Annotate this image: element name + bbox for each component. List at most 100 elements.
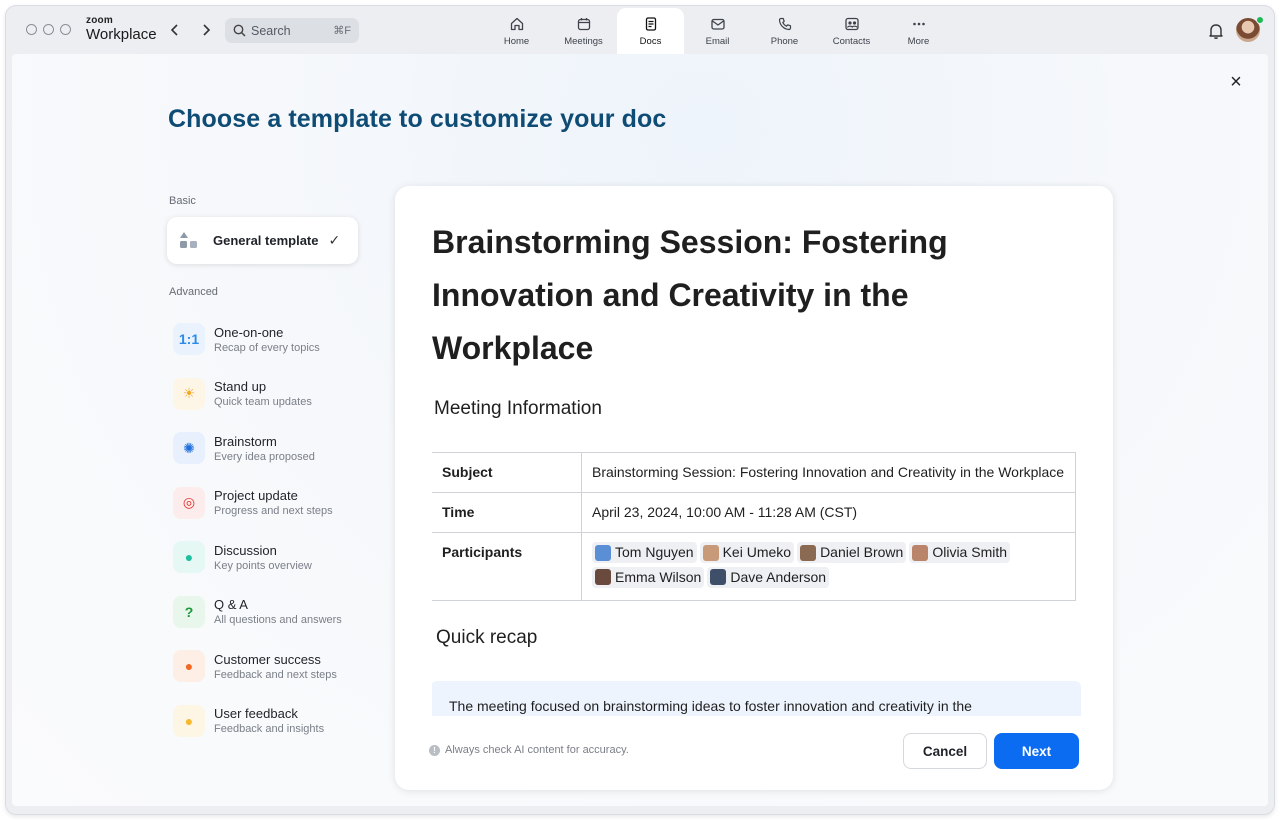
participant-chip[interactable]: Emma Wilson bbox=[592, 566, 705, 588]
window-controls bbox=[26, 24, 71, 35]
participant-chip[interactable]: Daniel Brown bbox=[797, 542, 907, 563]
template-option-text: Discussion Key points overview bbox=[214, 543, 312, 572]
template-option-title: One-on-one bbox=[214, 324, 284, 340]
main-tabs: Home Meetings Docs Email Phone Contacts bbox=[483, 8, 952, 54]
cancel-button[interactable]: Cancel bbox=[903, 733, 987, 769]
tab-email[interactable]: Email bbox=[684, 8, 751, 54]
participant-name: Tom Nguyen bbox=[615, 544, 694, 560]
template-option-discussion[interactable]: ● Discussion Key points overview bbox=[173, 530, 342, 585]
template-option-customer-success[interactable]: ● Customer success Feedback and next steps bbox=[173, 639, 342, 694]
template-option-title: Q & A bbox=[214, 597, 248, 613]
one-on-one-icon: 1:1 bbox=[173, 323, 205, 356]
template-option-text: Project update Progress and next steps bbox=[214, 488, 333, 517]
brand-name: Workplace bbox=[86, 26, 157, 43]
general-template-option[interactable]: General template ✓ bbox=[167, 217, 358, 264]
subject-value: Brainstorming Session: Fostering Innovat… bbox=[581, 452, 1076, 493]
doc-preview: Brainstorming Session: Fostering Innovat… bbox=[432, 216, 1082, 716]
participant-name: Emma Wilson bbox=[615, 568, 702, 585]
participant-avatar bbox=[595, 569, 611, 585]
template-option-brainstorm[interactable]: ✺ Brainstorm Every idea proposed bbox=[173, 421, 342, 476]
user-icon: ● bbox=[173, 704, 205, 737]
more-icon bbox=[912, 22, 925, 25]
search-shortcut: ⌘F bbox=[333, 25, 351, 37]
mail-icon bbox=[710, 18, 725, 30]
tab-meetings[interactable]: Meetings bbox=[550, 8, 617, 54]
template-option-text: Stand up Quick team updates bbox=[214, 379, 312, 408]
search-input[interactable]: Search ⌘F bbox=[225, 18, 359, 43]
shapes-icon bbox=[178, 230, 200, 252]
sun-icon: ☀ bbox=[173, 377, 205, 410]
participant-chip[interactable]: Tom Nguyen bbox=[592, 542, 697, 563]
template-option-subtitle: Every idea proposed bbox=[214, 450, 315, 463]
template-option-text: One-on-one Recap of every topics bbox=[214, 325, 320, 354]
template-option-stand-up[interactable]: ☀ Stand up Quick team updates bbox=[173, 367, 342, 422]
forward-button[interactable] bbox=[196, 20, 216, 40]
maximize-window-button[interactable] bbox=[60, 24, 71, 35]
next-button[interactable]: Next bbox=[994, 733, 1079, 769]
doc-icon bbox=[645, 16, 656, 31]
brain-icon: ✺ bbox=[173, 432, 205, 465]
template-option-title: Discussion bbox=[214, 542, 277, 558]
participant-avatar bbox=[912, 544, 929, 561]
participant-chip[interactable]: Olivia Smith bbox=[909, 542, 1011, 563]
target-icon: ◎ bbox=[173, 486, 205, 519]
presence-status-badge bbox=[1256, 16, 1264, 24]
template-chooser: × Choose a template to customize your do… bbox=[12, 54, 1268, 806]
close-icon[interactable]: × bbox=[1226, 72, 1246, 92]
doc-title: Brainstorming Session: Fostering Innovat… bbox=[432, 224, 948, 366]
participant-name: Kei Umeko bbox=[722, 544, 792, 560]
participant-chip[interactable]: Kei Umeko bbox=[699, 542, 795, 563]
tab-label: Home bbox=[503, 35, 530, 47]
back-button[interactable] bbox=[165, 20, 185, 40]
participants-value: Tom Nguyen Kei Umeko Daniel Brown Olivia Sm… bbox=[581, 532, 1076, 601]
tab-phone[interactable]: Phone bbox=[751, 8, 818, 54]
search-icon bbox=[233, 24, 246, 37]
tab-label: Meetings bbox=[564, 35, 603, 47]
ai-disclaimer-text: Always check AI content for accuracy. bbox=[445, 744, 629, 756]
tab-contacts[interactable]: Contacts bbox=[818, 8, 885, 54]
title-bar: zoom Workplace Search ⌘F Home Meetings D… bbox=[6, 6, 1274, 54]
template-option-text: Customer success Feedback and next steps bbox=[214, 652, 337, 681]
tab-label: More bbox=[907, 35, 930, 47]
app-logo: zoom Workplace bbox=[86, 16, 157, 43]
info-icon: ! bbox=[429, 744, 440, 756]
template-option-project-update[interactable]: ◎ Project update Progress and next steps bbox=[173, 476, 342, 531]
minimize-window-button[interactable] bbox=[43, 24, 54, 35]
question-icon: ? bbox=[173, 595, 205, 628]
template-option-subtitle: Progress and next steps bbox=[214, 505, 333, 518]
tab-more[interactable]: More bbox=[885, 8, 952, 54]
participant-name: Olivia Smith bbox=[932, 544, 1008, 560]
phone-icon bbox=[778, 17, 791, 30]
template-option-text: Brainstorm Every idea proposed bbox=[214, 434, 315, 463]
template-option-subtitle: Recap of every topics bbox=[214, 341, 320, 354]
app-window: zoom Workplace Search ⌘F Home Meetings D… bbox=[6, 6, 1274, 814]
subject-label: Subject bbox=[432, 452, 582, 493]
participant-chip[interactable]: Dave Anderson bbox=[707, 566, 830, 588]
participants-label: Participants bbox=[432, 532, 582, 601]
tab-docs[interactable]: Docs bbox=[617, 8, 684, 54]
template-option-one-on-one[interactable]: 1:1 One-on-one Recap of every topics bbox=[173, 312, 342, 367]
template-option-subtitle: All questions and answers bbox=[214, 614, 342, 627]
participant-avatar bbox=[595, 544, 611, 561]
tab-label: Contacts bbox=[832, 35, 871, 47]
template-option-title: Customer success bbox=[214, 651, 321, 667]
meeting-info-heading: Meeting Information bbox=[434, 398, 602, 419]
tab-label: Docs bbox=[639, 35, 662, 47]
notifications-bell-icon[interactable] bbox=[1206, 21, 1226, 41]
table-row: Subject Brainstorming Session: Fostering… bbox=[432, 452, 1076, 493]
tab-home[interactable]: Home bbox=[483, 8, 550, 54]
template-option-text: User feedback Feedback and insights bbox=[214, 706, 324, 735]
home-icon bbox=[510, 17, 523, 30]
template-list: 1:1 One-on-one Recap of every topics ☀ Stand… bbox=[173, 312, 342, 748]
template-option-user-feedback[interactable]: ● User feedback Feedback and insights bbox=[173, 694, 342, 749]
contacts-icon bbox=[844, 17, 859, 30]
table-row: Time April 23, 2024, 10:00 AM - 11:28 AM… bbox=[432, 492, 1076, 533]
close-window-button[interactable] bbox=[26, 24, 37, 35]
template-option-subtitle: Key points overview bbox=[214, 559, 312, 572]
template-option-q-a[interactable]: ? Q & A All questions and answers bbox=[173, 585, 342, 640]
chevron-left-icon bbox=[170, 24, 178, 36]
checkmark-icon: ✓ bbox=[328, 232, 341, 248]
table-row: Participants Tom Nguyen Kei Umeko Daniel B… bbox=[432, 532, 1076, 601]
search-placeholder: Search bbox=[251, 23, 291, 38]
basic-section-label: Basic bbox=[169, 195, 196, 207]
